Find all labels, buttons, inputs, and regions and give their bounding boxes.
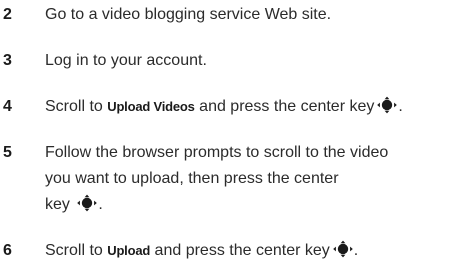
step-text: Log in to your account. [45,52,207,69]
step-text-line: you want to upload, then press the cente… [45,170,339,187]
step-text: Go to a video blogging service Web site. [45,6,332,23]
step-text-line: key . [45,194,103,213]
step-number: 4 [3,98,12,115]
step-number: 5 [3,144,12,161]
center-nav-key-icon [332,240,353,258]
step-text-after: and press the center key [194,98,375,115]
step-text-line-end: key [45,196,70,213]
step-text-before: Scroll to [45,242,108,259]
step-text-line: Follow the browser prompts to scroll to … [45,144,389,161]
menu-keyword: Upload [107,243,151,258]
center-nav-key-icon [77,194,98,212]
menu-keyword: Upload Videos [107,99,195,114]
step-text: Scroll to Upload and press the center ke… [45,240,359,259]
step-text: Scroll to Upload Videos and press the ce… [45,96,403,115]
step-number: 3 [3,52,12,69]
center-nav-key-icon [377,96,398,114]
step-number: 2 [3,6,12,23]
step-number: 6 [3,242,12,259]
step-text-after: and press the center key [150,242,330,259]
step-text-before: Scroll to [45,98,108,115]
step-text: Follow the browser prompts to scroll to … [45,140,464,218]
